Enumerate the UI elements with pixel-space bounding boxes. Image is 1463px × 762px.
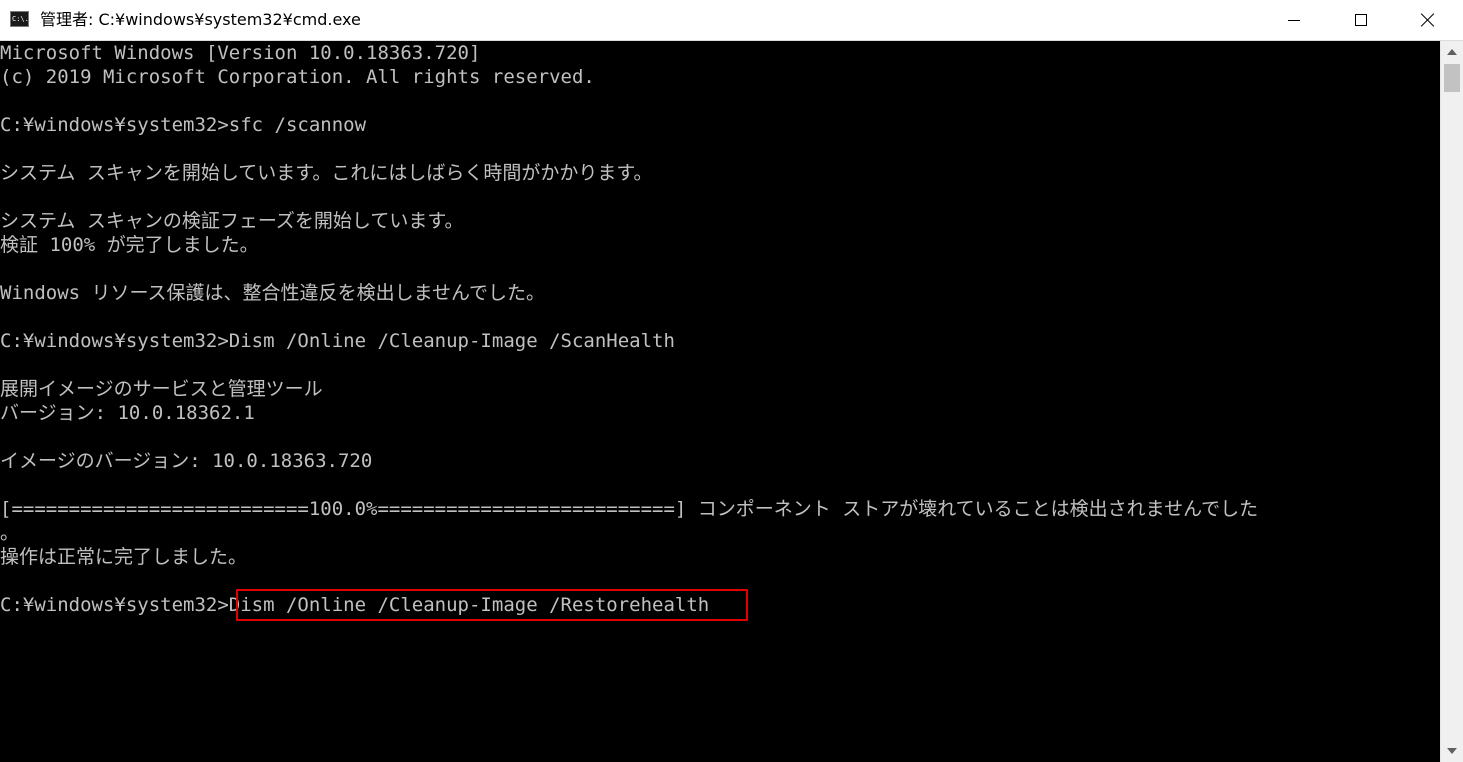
window-title: 管理者: C:¥windows¥system32¥cmd.exe	[40, 10, 361, 29]
close-icon	[1420, 12, 1436, 28]
console-line: システム スキャンを開始しています。これにはしばらく時間がかかります。	[0, 162, 653, 184]
scroll-down-arrow-icon	[1447, 748, 1457, 754]
console-line: 展開イメージのサービスと管理ツール	[0, 378, 323, 400]
console-line: [==========================100.0%=======…	[0, 498, 1259, 520]
maximize-button[interactable]	[1327, 0, 1395, 40]
scroll-down-button[interactable]	[1441, 740, 1463, 762]
close-button[interactable]	[1394, 0, 1462, 40]
console-line: C:¥windows¥system32>sfc /scannow	[0, 114, 367, 136]
scroll-thumb[interactable]	[1444, 64, 1460, 92]
console-line: 操作は正常に完了しました。	[0, 546, 248, 568]
maximize-icon	[1355, 14, 1367, 26]
cmd-window: C:\. 管理者: C:¥windows¥system32¥cmd.exe Mi…	[0, 0, 1463, 762]
vertical-scrollbar[interactable]	[1440, 41, 1463, 762]
scroll-up-button[interactable]	[1441, 41, 1463, 63]
cmd-icon[interactable]: C:\.	[10, 11, 29, 27]
console-line: C:¥windows¥system32>Dism /Online /Cleanu…	[0, 330, 675, 352]
console-output[interactable]: Microsoft Windows [Version 10.0.18363.72…	[0, 41, 1440, 762]
minimize-button[interactable]	[1260, 0, 1328, 40]
console-line: 検証 100% が完了しました。	[0, 234, 259, 256]
console-line: バージョン: 10.0.18362.1	[0, 402, 255, 424]
title-bar[interactable]: C:\. 管理者: C:¥windows¥system32¥cmd.exe	[0, 0, 1463, 41]
console-line: (c) 2019 Microsoft Corporation. All righ…	[0, 66, 595, 88]
minimize-icon	[1288, 19, 1300, 21]
console-line: 。	[0, 522, 20, 544]
console-line: Windows リソース保護は、整合性違反を検出しませんでした。	[0, 282, 546, 304]
command-highlight-box	[236, 589, 748, 621]
scroll-up-arrow-icon	[1447, 49, 1457, 55]
console-line: イメージのバージョン: 10.0.18363.720	[0, 450, 373, 472]
console-line: Microsoft Windows [Version 10.0.18363.72…	[0, 42, 481, 64]
console-line: システム スキャンの検証フェーズを開始しています。	[0, 210, 464, 232]
